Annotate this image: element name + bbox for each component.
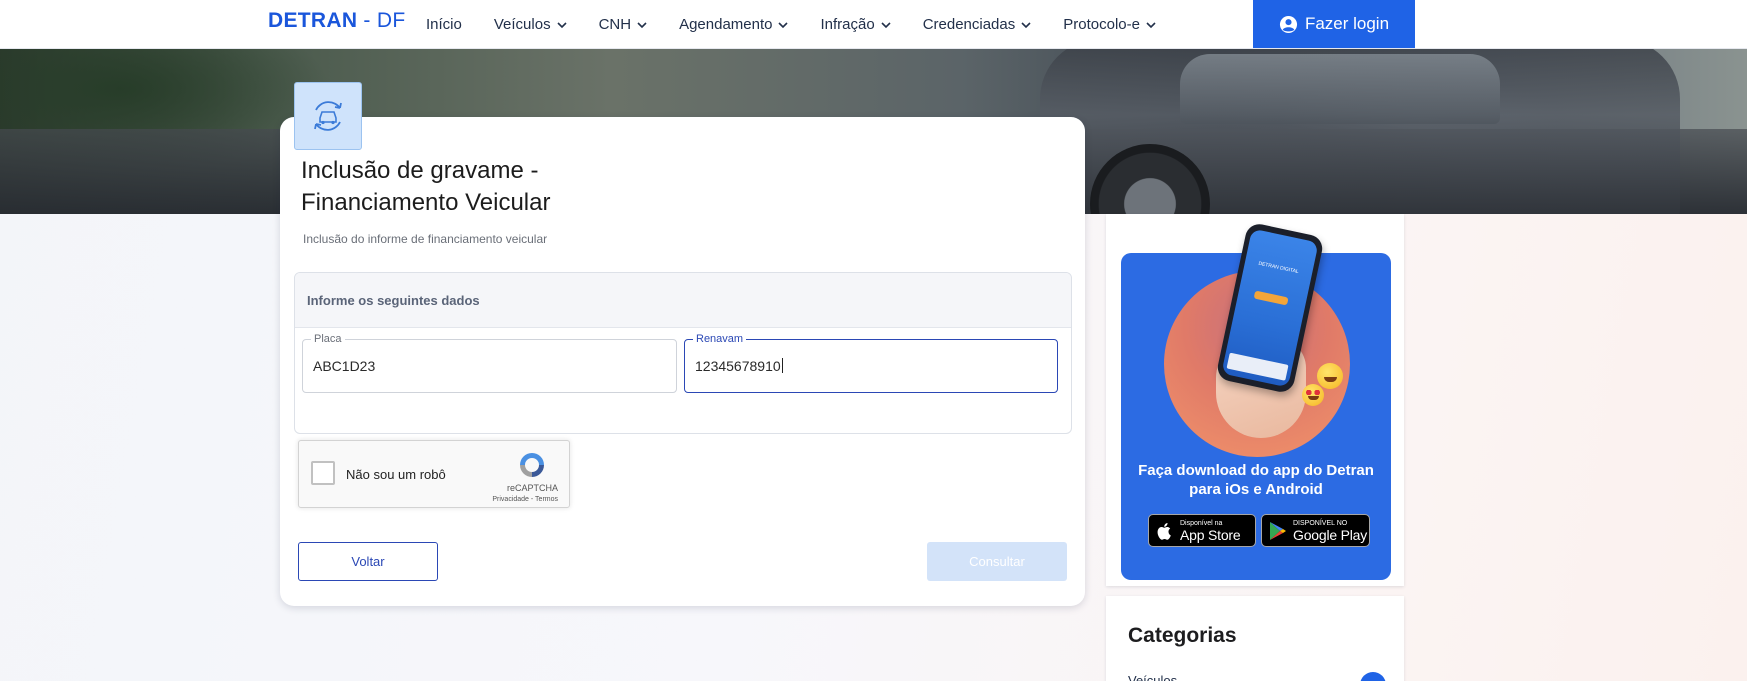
nav-label: Agendamento (679, 16, 773, 33)
recaptcha-links[interactable]: Privacidade - Termos (492, 496, 558, 503)
nav-item-agendamento[interactable]: Agendamento (679, 16, 789, 33)
recaptcha-widget: Não sou um robô reCAPTCHA Privacidade - … (298, 440, 570, 508)
nav-label: CNH (598, 16, 632, 33)
recaptcha-checkbox[interactable] (311, 461, 335, 485)
page-subtitle: Inclusão do informe de financiamento vei… (303, 232, 548, 246)
nav-item-inicio[interactable]: Início (426, 16, 462, 33)
back-button[interactable]: Voltar (298, 542, 438, 581)
nav-label: Credenciadas (922, 16, 1016, 33)
detran-logo[interactable]: DETRAN - DF (268, 9, 405, 33)
car-refresh-icon (294, 82, 362, 150)
google-play-button[interactable]: DISPONÍVEL NO Google Play (1261, 514, 1370, 547)
chevron-down-icon (1146, 21, 1156, 28)
nav-item-infracao[interactable]: Infração (820, 16, 891, 33)
chevron-down-icon (637, 21, 647, 28)
placa-field[interactable]: Placa ABC1D23 (302, 333, 677, 393)
google-play-icon (1270, 521, 1286, 540)
app-store-button[interactable]: Disponível na App Store (1148, 514, 1256, 547)
consult-button[interactable]: Consultar (927, 542, 1067, 581)
main-nav: Início Veículos CNH Agendamento Infração… (426, 0, 1188, 49)
heart-eyes-emoji-icon (1302, 384, 1324, 406)
user-circle-icon (1279, 15, 1297, 33)
chevron-down-icon (557, 21, 567, 28)
nav-label: Protocolo-e (1063, 16, 1140, 33)
page-title: Inclusão de gravame - Financiamento Veic… (301, 157, 551, 216)
phone-screen-text: DETRAN DIGITAL (1257, 260, 1300, 276)
login-button[interactable]: Fazer login (1253, 0, 1415, 48)
nav-item-cnh[interactable]: CNH (599, 16, 648, 33)
recaptcha-label: Não sou um robô (346, 467, 446, 482)
renavam-input-wrap[interactable]: 12345678910 (695, 358, 783, 374)
category-label: Veículos (1128, 673, 1178, 681)
nav-item-protocolo-e[interactable]: Protocolo-e (1063, 16, 1156, 33)
nav-label: Veículos (493, 16, 551, 33)
phone-screen-bar (1226, 352, 1289, 381)
chevron-down-icon (881, 21, 891, 28)
category-item[interactable]: Veículos (1128, 672, 1386, 681)
phone-screen-button (1253, 290, 1289, 306)
nav-item-veiculos[interactable]: Veículos (494, 16, 567, 33)
categories-panel: Categorias Veículos (1106, 596, 1404, 681)
chevron-down-icon (1021, 21, 1031, 28)
google-play-small: DISPONÍVEL NO (1293, 519, 1348, 527)
recaptcha-logo-icon (520, 453, 544, 477)
nav-item-credenciadas[interactable]: Credenciadas (923, 16, 1032, 33)
renavam-field[interactable]: Renavam 12345678910 (684, 333, 1058, 393)
app-promo-text: Faça download do app do Detran para iOs … (1138, 462, 1374, 498)
app-promo-card: DETRAN DIGITAL Faça download do app do D… (1121, 221, 1391, 580)
chevron-down-icon (778, 21, 789, 28)
nav-label: Início (426, 16, 462, 33)
nav-label: Infração (820, 16, 875, 33)
renavam-input[interactable]: 12345678910 (695, 358, 781, 374)
categories-title: Categorias (1128, 624, 1237, 647)
renavam-label: Renavam (693, 333, 747, 345)
placa-input[interactable]: ABC1D23 (313, 358, 375, 374)
top-navbar: DETRAN - DF Início Veículos CNH Agendame… (0, 0, 1747, 49)
logo-separator: - (357, 9, 377, 32)
recaptcha-brand: reCAPTCHA (506, 483, 558, 493)
text-caret (781, 358, 783, 373)
form-section: Informe os seguintes dados Placa ABC1D23… (294, 272, 1072, 434)
app-store-big: App Store (1180, 526, 1241, 543)
placa-label: Placa (311, 333, 345, 345)
app-store-small: Disponível na (1180, 519, 1223, 527)
login-label: Fazer login (1304, 14, 1390, 33)
form-section-title: Informe os seguintes dados (295, 273, 1071, 328)
google-play-big: Google Play (1293, 526, 1368, 543)
logo-main-text: DETRAN (268, 9, 358, 32)
wink-emoji-icon (1317, 363, 1343, 389)
hero-car-window (1180, 54, 1500, 124)
category-badge (1360, 672, 1386, 681)
apple-icon (1157, 522, 1171, 540)
logo-sub-text: DF (376, 9, 406, 32)
service-card: Inclusão de gravame - Financiamento Veic… (280, 117, 1085, 606)
